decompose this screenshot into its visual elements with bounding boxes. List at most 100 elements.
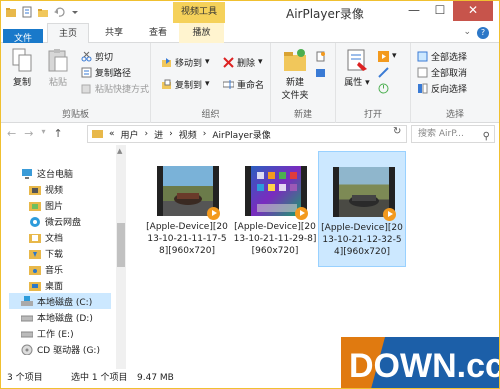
- chevron-down-icon[interactable]: [69, 6, 81, 18]
- nav-local-disk-c[interactable]: 本地磁盘 (C:): [9, 293, 111, 309]
- invert-selection-label: 反向选择: [431, 84, 468, 95]
- invert-selection-button[interactable]: 反向选择: [417, 81, 467, 95]
- search-input[interactable]: 搜索 AirP... ⚲: [411, 125, 495, 143]
- nav-work-e[interactable]: 工作 (E:): [20, 325, 74, 341]
- properties-icon[interactable]: [21, 6, 33, 18]
- refresh-icon[interactable]: ↻: [393, 126, 401, 137]
- search-placeholder: 搜索 AirP...: [418, 129, 464, 139]
- ribbon-tabs: 文件 主页 共享 查看 播放 ⌄ ?: [1, 23, 499, 145]
- new-group-label: 新建: [293, 110, 312, 120]
- breadcrumb-item[interactable]: 用户: [121, 128, 139, 141]
- selection-size: 9.47 MB: [137, 373, 174, 383]
- video-file-item-selected[interactable]: [Apple-Device][2013-10-21-12-32-54][960x…: [318, 151, 406, 267]
- new-item-icon: [315, 51, 326, 62]
- tab-view[interactable]: 查看: [138, 23, 178, 43]
- up-arrow-icon[interactable]: ↑: [53, 127, 62, 140]
- nav-scrollbar[interactable]: ▲: [116, 145, 126, 369]
- move-to-button[interactable]: 移动到 ▾: [161, 55, 210, 69]
- undo-icon[interactable]: [53, 6, 65, 18]
- nav-videos[interactable]: 视频: [29, 181, 63, 197]
- nav-label: 桌面: [45, 281, 64, 292]
- svg-text:DOWN.cc: DOWN.cc: [349, 347, 499, 385]
- select-none-label: 全部取消: [431, 68, 468, 79]
- copy-button[interactable]: 复制: [7, 47, 37, 88]
- file-name: [Apple-Device][2013-10-21-12-32-54][960x…: [321, 223, 403, 257]
- open-group: 属性 ▾ ▾ 打开: [336, 43, 411, 123]
- tab-home[interactable]: 主页: [47, 23, 89, 44]
- video-tools-context-header: 视频工具: [173, 2, 225, 23]
- play-icon: [378, 50, 389, 62]
- nav-this-pc[interactable]: 这台电脑: [21, 165, 73, 181]
- open-button[interactable]: ▾: [378, 49, 397, 63]
- chevron-down-icon: ▾: [205, 79, 210, 89]
- nav-local-disk-d[interactable]: 本地磁盘 (D:): [20, 309, 93, 325]
- invert-selection-icon: [417, 83, 428, 94]
- nav-cd-drive-g[interactable]: CD 驱动器 (G:): [21, 341, 100, 357]
- cut-button[interactable]: 剪切: [81, 49, 113, 63]
- history-button[interactable]: [378, 81, 389, 95]
- select-group: 全部选择 全部取消 反向选择 选择: [411, 43, 499, 123]
- file-name: [Apple-Device][2013-10-21-11-29-8][960x7…: [233, 222, 317, 256]
- tab-share[interactable]: 共享: [94, 23, 134, 43]
- nav-music[interactable]: 音乐: [29, 261, 63, 277]
- easy-access-button[interactable]: [315, 65, 326, 79]
- select-all-button[interactable]: 全部选择: [417, 49, 467, 63]
- video-thumbnail: [333, 167, 396, 221]
- nav-weiyun[interactable]: 微云网盘: [29, 213, 81, 229]
- organize-group: 移动到 ▾ 复制到 ▾ 删除 ▾ 重命名 组织: [151, 43, 271, 123]
- nav-desktop[interactable]: 桌面: [29, 277, 63, 293]
- documents-folder-icon: [29, 232, 41, 243]
- rename-label: 重命名: [237, 80, 265, 91]
- nav-label: 这台电脑: [37, 169, 74, 180]
- nav-label: CD 驱动器 (G:): [37, 345, 100, 356]
- nav-documents[interactable]: 文档: [29, 229, 63, 245]
- copy-to-button[interactable]: 复制到 ▾: [161, 77, 210, 91]
- nav-downloads[interactable]: 下载: [29, 245, 63, 261]
- new-item-button[interactable]: [315, 49, 326, 63]
- ribbon-expand-icon[interactable]: ⌄: [463, 27, 471, 37]
- paste-icon: [46, 47, 70, 73]
- breadcrumb-item[interactable]: AirPlayer录像: [212, 128, 270, 141]
- select-all-label: 全部选择: [431, 52, 468, 63]
- breadcrumb-prefix[interactable]: «: [109, 129, 115, 139]
- video-thumbnail: [245, 166, 308, 220]
- scrollbar-thumb[interactable]: [117, 223, 125, 267]
- address-bar[interactable]: « 用户 › 进 › 视频 › AirPlayer录像: [87, 125, 407, 143]
- close-button[interactable]: ✕: [453, 1, 493, 21]
- desktop-folder-icon: [29, 280, 41, 291]
- video-file-item[interactable]: [Apple-Device][2013-10-21-11-17-58][960x…: [143, 151, 231, 267]
- maximize-button[interactable]: ☐: [427, 1, 453, 21]
- vlc-icon: [207, 207, 220, 220]
- file-name: [Apple-Device][2013-10-21-11-17-58][960x…: [146, 222, 228, 256]
- new-folder-button[interactable]: 新建 文件夹: [279, 47, 311, 101]
- breadcrumb-item[interactable]: 视频: [179, 128, 197, 141]
- delete-button[interactable]: 删除 ▾: [223, 55, 263, 69]
- select-group-label: 选择: [445, 110, 464, 120]
- help-icon[interactable]: ?: [477, 27, 489, 39]
- properties-label: 属性: [344, 78, 363, 88]
- video-file-item[interactable]: [Apple-Device][2013-10-21-11-29-8][960x7…: [231, 151, 319, 267]
- edit-button[interactable]: [378, 65, 389, 79]
- properties-button[interactable]: 属性 ▾: [342, 47, 372, 88]
- drive-icon: [20, 328, 34, 339]
- paste-shortcut-button[interactable]: 粘贴快捷方式: [81, 81, 149, 95]
- breadcrumb-item[interactable]: 进: [154, 128, 163, 141]
- cloud-drive-icon: [29, 216, 41, 227]
- paste-button[interactable]: 粘贴: [43, 47, 73, 88]
- chevron-down-icon: ▾: [205, 57, 210, 67]
- folder-icon: [5, 6, 17, 18]
- new-folder-icon[interactable]: [37, 6, 49, 18]
- copy-to-label: 复制到: [175, 80, 203, 91]
- scroll-up-icon[interactable]: ▲: [117, 147, 122, 155]
- copy-path-button[interactable]: 复制路径: [81, 65, 131, 79]
- forward-arrow-icon[interactable]: →: [24, 127, 33, 140]
- select-none-button[interactable]: 全部取消: [417, 65, 467, 79]
- clipboard-group-label: 剪贴板: [61, 110, 89, 120]
- rename-button[interactable]: 重命名: [222, 77, 265, 91]
- move-to-icon: [161, 57, 172, 68]
- minimize-button[interactable]: —: [401, 1, 427, 21]
- recent-chevron-icon[interactable]: ▾: [41, 127, 45, 140]
- nav-pictures[interactable]: 图片: [29, 197, 63, 213]
- back-arrow-icon[interactable]: ←: [7, 127, 16, 140]
- tab-play[interactable]: 播放: [179, 23, 224, 43]
